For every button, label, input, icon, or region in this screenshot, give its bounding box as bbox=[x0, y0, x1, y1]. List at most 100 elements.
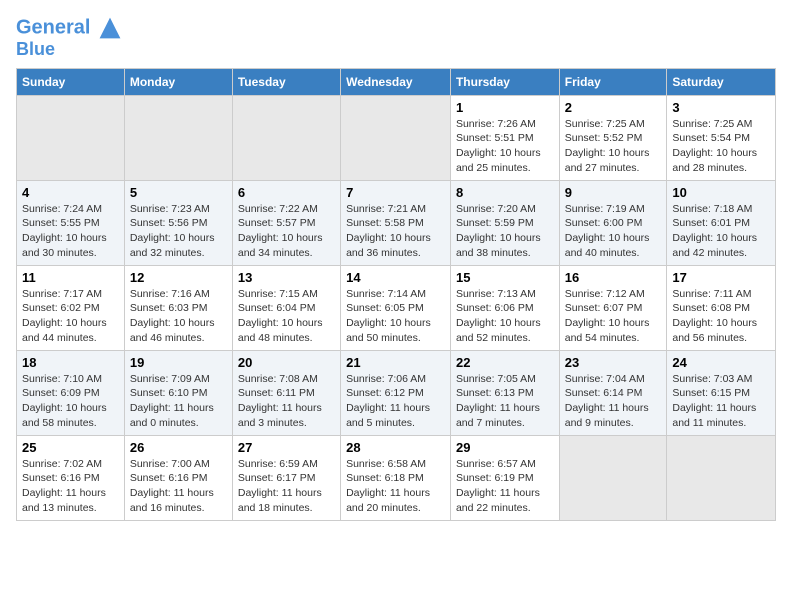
calendar-cell: 6 Sunrise: 7:22 AMSunset: 5:57 PMDaylight… bbox=[232, 180, 340, 265]
logo-line2: Blue bbox=[16, 40, 122, 60]
calendar-cell: 14 Sunrise: 7:14 AMSunset: 6:05 PMDayligh… bbox=[341, 265, 451, 350]
header-day-monday: Monday bbox=[124, 68, 232, 95]
header-day-wednesday: Wednesday bbox=[341, 68, 451, 95]
calendar-cell: 25 Sunrise: 7:02 AMSunset: 6:16 PMDayligh… bbox=[17, 435, 125, 520]
day-number: 24 bbox=[672, 355, 770, 370]
day-info: Sunrise: 7:20 AMSunset: 5:59 PMDaylight:… bbox=[456, 202, 554, 261]
calendar-cell: 7 Sunrise: 7:21 AMSunset: 5:58 PMDaylight… bbox=[341, 180, 451, 265]
day-number: 25 bbox=[22, 440, 119, 455]
day-number: 7 bbox=[346, 185, 445, 200]
day-info: Sunrise: 7:03 AMSunset: 6:15 PMDaylight:… bbox=[672, 372, 770, 431]
day-number: 1 bbox=[456, 100, 554, 115]
calendar-cell bbox=[667, 435, 776, 520]
calendar-week-row: 25 Sunrise: 7:02 AMSunset: 6:16 PMDayligh… bbox=[17, 435, 776, 520]
calendar-cell bbox=[341, 95, 451, 180]
calendar-cell bbox=[17, 95, 125, 180]
calendar-cell: 26 Sunrise: 7:00 AMSunset: 6:16 PMDayligh… bbox=[124, 435, 232, 520]
calendar-cell: 8 Sunrise: 7:20 AMSunset: 5:59 PMDaylight… bbox=[450, 180, 559, 265]
day-info: Sunrise: 6:58 AMSunset: 6:18 PMDaylight:… bbox=[346, 457, 445, 516]
header-day-saturday: Saturday bbox=[667, 68, 776, 95]
day-info: Sunrise: 7:24 AMSunset: 5:55 PMDaylight:… bbox=[22, 202, 119, 261]
day-info: Sunrise: 7:17 AMSunset: 6:02 PMDaylight:… bbox=[22, 287, 119, 346]
day-number: 9 bbox=[565, 185, 662, 200]
day-number: 18 bbox=[22, 355, 119, 370]
day-info: Sunrise: 7:18 AMSunset: 6:01 PMDaylight:… bbox=[672, 202, 770, 261]
calendar-cell: 22 Sunrise: 7:05 AMSunset: 6:13 PMDayligh… bbox=[450, 350, 559, 435]
day-info: Sunrise: 7:16 AMSunset: 6:03 PMDaylight:… bbox=[130, 287, 227, 346]
header-day-tuesday: Tuesday bbox=[232, 68, 340, 95]
day-info: Sunrise: 7:10 AMSunset: 6:09 PMDaylight:… bbox=[22, 372, 119, 431]
calendar-cell: 28Sunrise: 6:58 AMSunset: 6:18 PMDayligh… bbox=[341, 435, 451, 520]
header-day-sunday: Sunday bbox=[17, 68, 125, 95]
calendar-cell: 21 Sunrise: 7:06 AMSunset: 6:12 PMDayligh… bbox=[341, 350, 451, 435]
calendar-cell: 23Sunrise: 7:04 AMSunset: 6:14 PMDayligh… bbox=[559, 350, 667, 435]
header: General Blue bbox=[16, 16, 776, 60]
day-info: Sunrise: 7:12 AMSunset: 6:07 PMDaylight:… bbox=[565, 287, 662, 346]
day-info: Sunrise: 7:26 AMSunset: 5:51 PMDaylight:… bbox=[456, 117, 554, 176]
calendar-cell: 1 Sunrise: 7:26 AMSunset: 5:51 PMDaylight… bbox=[450, 95, 559, 180]
day-number: 6 bbox=[238, 185, 335, 200]
logo: General Blue bbox=[16, 16, 122, 60]
day-number: 8 bbox=[456, 185, 554, 200]
calendar-cell: 17Sunrise: 7:11 AMSunset: 6:08 PMDayligh… bbox=[667, 265, 776, 350]
day-number: 2 bbox=[565, 100, 662, 115]
day-number: 20 bbox=[238, 355, 335, 370]
day-number: 21 bbox=[346, 355, 445, 370]
day-number: 10 bbox=[672, 185, 770, 200]
day-info: Sunrise: 7:00 AMSunset: 6:16 PMDaylight:… bbox=[130, 457, 227, 516]
day-info: Sunrise: 7:05 AMSunset: 6:13 PMDaylight:… bbox=[456, 372, 554, 431]
day-number: 26 bbox=[130, 440, 227, 455]
day-info: Sunrise: 7:13 AMSunset: 6:06 PMDaylight:… bbox=[456, 287, 554, 346]
calendar-cell: 29 Sunrise: 6:57 AMSunset: 6:19 PMDayligh… bbox=[450, 435, 559, 520]
day-number: 12 bbox=[130, 270, 227, 285]
calendar-week-row: 1 Sunrise: 7:26 AMSunset: 5:51 PMDaylight… bbox=[17, 95, 776, 180]
day-number: 5 bbox=[130, 185, 227, 200]
logo-text: General bbox=[16, 16, 122, 40]
calendar-cell bbox=[559, 435, 667, 520]
calendar-cell: 16Sunrise: 7:12 AMSunset: 6:07 PMDayligh… bbox=[559, 265, 667, 350]
day-info: Sunrise: 7:25 AMSunset: 5:54 PMDaylight:… bbox=[672, 117, 770, 176]
day-info: Sunrise: 7:15 AMSunset: 6:04 PMDaylight:… bbox=[238, 287, 335, 346]
day-info: Sunrise: 7:06 AMSunset: 6:12 PMDaylight:… bbox=[346, 372, 445, 431]
day-number: 11 bbox=[22, 270, 119, 285]
header-day-friday: Friday bbox=[559, 68, 667, 95]
day-number: 14 bbox=[346, 270, 445, 285]
calendar-cell: 12 Sunrise: 7:16 AMSunset: 6:03 PMDayligh… bbox=[124, 265, 232, 350]
calendar-cell: 27 Sunrise: 6:59 AMSunset: 6:17 PMDayligh… bbox=[232, 435, 340, 520]
calendar-week-row: 18 Sunrise: 7:10 AMSunset: 6:09 PMDayligh… bbox=[17, 350, 776, 435]
day-info: Sunrise: 6:59 AMSunset: 6:17 PMDaylight:… bbox=[238, 457, 335, 516]
calendar-cell: 5 Sunrise: 7:23 AMSunset: 5:56 PMDaylight… bbox=[124, 180, 232, 265]
day-number: 29 bbox=[456, 440, 554, 455]
day-info: Sunrise: 7:04 AMSunset: 6:14 PMDaylight:… bbox=[565, 372, 662, 431]
day-info: Sunrise: 7:19 AMSunset: 6:00 PMDaylight:… bbox=[565, 202, 662, 261]
calendar-cell: 20 Sunrise: 7:08 AMSunset: 6:11 PMDayligh… bbox=[232, 350, 340, 435]
day-info: Sunrise: 7:21 AMSunset: 5:58 PMDaylight:… bbox=[346, 202, 445, 261]
calendar-cell: 18 Sunrise: 7:10 AMSunset: 6:09 PMDayligh… bbox=[17, 350, 125, 435]
day-info: Sunrise: 7:25 AMSunset: 5:52 PMDaylight:… bbox=[565, 117, 662, 176]
calendar-cell: 24 Sunrise: 7:03 AMSunset: 6:15 PMDayligh… bbox=[667, 350, 776, 435]
day-info: Sunrise: 7:09 AMSunset: 6:10 PMDaylight:… bbox=[130, 372, 227, 431]
calendar-table: SundayMondayTuesdayWednesdayThursdayFrid… bbox=[16, 68, 776, 521]
calendar-cell bbox=[124, 95, 232, 180]
day-info: Sunrise: 7:08 AMSunset: 6:11 PMDaylight:… bbox=[238, 372, 335, 431]
day-number: 22 bbox=[456, 355, 554, 370]
calendar-header-row: SundayMondayTuesdayWednesdayThursdayFrid… bbox=[17, 68, 776, 95]
day-info: Sunrise: 6:57 AMSunset: 6:19 PMDaylight:… bbox=[456, 457, 554, 516]
calendar-week-row: 4Sunrise: 7:24 AMSunset: 5:55 PMDaylight… bbox=[17, 180, 776, 265]
day-number: 19 bbox=[130, 355, 227, 370]
day-info: Sunrise: 7:02 AMSunset: 6:16 PMDaylight:… bbox=[22, 457, 119, 516]
day-number: 15 bbox=[456, 270, 554, 285]
calendar-cell: 19 Sunrise: 7:09 AMSunset: 6:10 PMDayligh… bbox=[124, 350, 232, 435]
day-number: 17 bbox=[672, 270, 770, 285]
day-info: Sunrise: 7:23 AMSunset: 5:56 PMDaylight:… bbox=[130, 202, 227, 261]
day-number: 13 bbox=[238, 270, 335, 285]
calendar-cell: 9 Sunrise: 7:19 AMSunset: 6:00 PMDaylight… bbox=[559, 180, 667, 265]
day-info: Sunrise: 7:14 AMSunset: 6:05 PMDaylight:… bbox=[346, 287, 445, 346]
calendar-cell: 15 Sunrise: 7:13 AMSunset: 6:06 PMDayligh… bbox=[450, 265, 559, 350]
calendar-cell: 4Sunrise: 7:24 AMSunset: 5:55 PMDaylight… bbox=[17, 180, 125, 265]
calendar-cell: 3Sunrise: 7:25 AMSunset: 5:54 PMDaylight… bbox=[667, 95, 776, 180]
day-info: Sunrise: 7:22 AMSunset: 5:57 PMDaylight:… bbox=[238, 202, 335, 261]
day-number: 27 bbox=[238, 440, 335, 455]
calendar-week-row: 11 Sunrise: 7:17 AMSunset: 6:02 PMDayligh… bbox=[17, 265, 776, 350]
calendar-cell: 13 Sunrise: 7:15 AMSunset: 6:04 PMDayligh… bbox=[232, 265, 340, 350]
